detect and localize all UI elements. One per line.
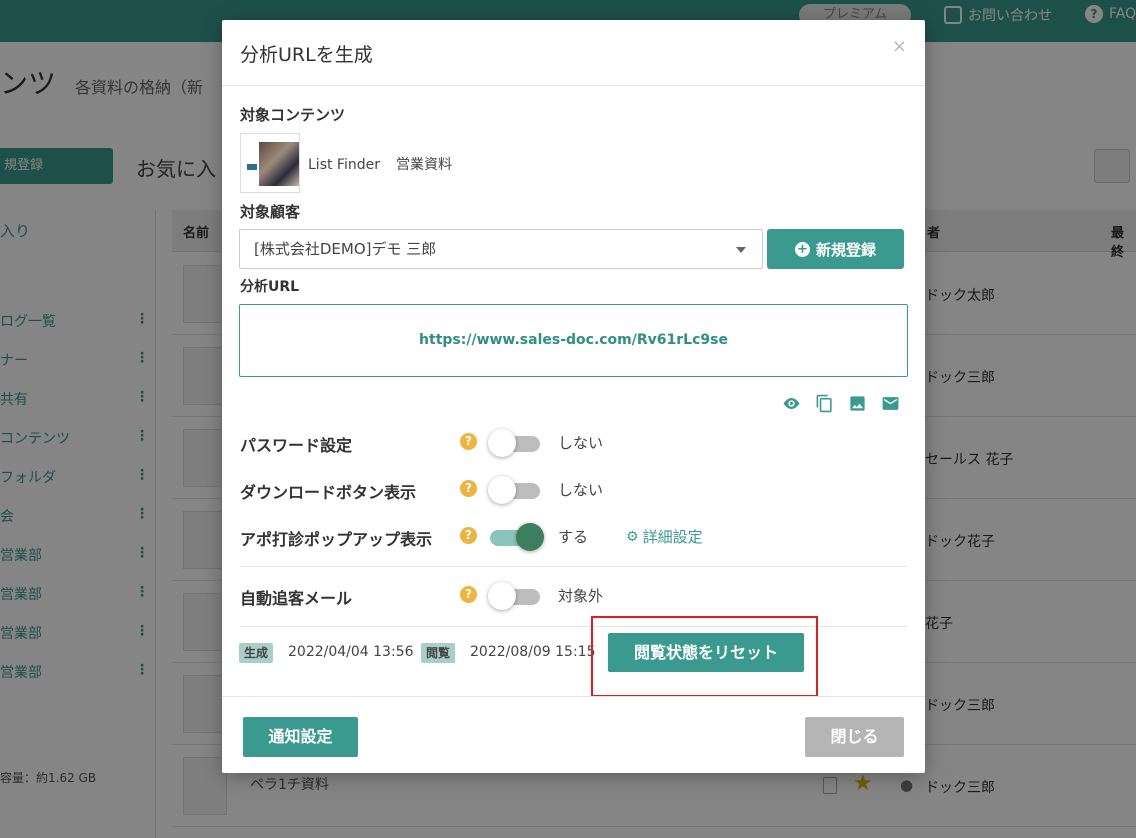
auto-followup-mail-value: 対象外 <box>558 587 604 605</box>
customer-select[interactable]: [株式会社DEMO]デモ 三郎 <box>239 229 763 269</box>
appointment-popup-toggle[interactable] <box>490 523 544 551</box>
auto-followup-mail-label: 自動追客メール <box>240 589 353 608</box>
plus-circle-icon: + <box>794 241 810 257</box>
target-content-label: 対象コンテンツ <box>240 106 346 124</box>
detail-settings-link[interactable]: ⚙ 詳細設定 <box>626 526 703 547</box>
viewed-at: 2022/08/09 15:15 <box>470 644 596 660</box>
appointment-popup-setting-label: アポ打診ポップアップ表示 <box>240 530 433 549</box>
mail-icon[interactable] <box>881 394 900 413</box>
modal-header: 分析URLを生成 × <box>222 20 925 86</box>
help-icon[interactable]: ? <box>460 433 477 450</box>
analysis-url-label: 分析URL <box>240 279 300 295</box>
password-setting-label: パスワード設定 <box>240 436 353 455</box>
target-customer-label: 対象顧客 <box>240 203 301 221</box>
created-at: 2022/04/04 13:56 <box>288 644 414 660</box>
help-icon[interactable]: ? <box>460 527 477 544</box>
modal-footer: 通知設定 閉じる <box>222 696 925 773</box>
download-button-setting-value: しない <box>558 481 604 499</box>
download-button-setting-label: ダウンロードボタン表示 <box>240 483 417 502</box>
image-icon[interactable] <box>848 394 867 413</box>
gear-icon: ⚙ <box>626 528 639 545</box>
help-icon[interactable]: ? <box>460 586 477 603</box>
new-register-button[interactable]: + 新規登録 <box>767 229 904 269</box>
auto-followup-mail-toggle[interactable] <box>488 582 540 610</box>
content-file-title: 営業資料 <box>395 157 452 173</box>
password-toggle[interactable] <box>488 429 540 457</box>
toggle-knob <box>488 476 516 504</box>
help-icon[interactable]: ? <box>460 480 477 497</box>
highlight-annotation <box>591 616 818 697</box>
eye-icon[interactable] <box>782 394 801 413</box>
download-button-toggle[interactable] <box>488 476 540 504</box>
toggle-knob <box>488 582 516 610</box>
notification-settings-button[interactable]: 通知設定 <box>243 717 358 757</box>
toggle-knob <box>488 429 516 457</box>
content-thumbnail <box>240 133 300 193</box>
toggle-knob <box>516 523 544 551</box>
divider <box>240 566 907 567</box>
chevron-down-icon <box>736 247 746 253</box>
copy-icon[interactable] <box>815 394 834 413</box>
close-icon[interactable]: × <box>892 36 907 57</box>
content-name: List Finder 営業資料 <box>308 154 452 174</box>
detail-settings-label: 詳細設定 <box>642 528 703 546</box>
created-tag: 生成 <box>239 643 274 663</box>
content-file-name: List Finder <box>308 157 380 173</box>
close-button[interactable]: 閉じる <box>805 717 904 757</box>
viewed-tag: 閲覧 <box>421 643 456 663</box>
customer-select-value: [株式会社DEMO]デモ 三郎 <box>254 240 437 258</box>
appointment-popup-setting-value: する <box>558 528 589 546</box>
new-register-label: 新規登録 <box>815 240 876 259</box>
url-actions <box>782 394 900 413</box>
analysis-url-box[interactable]: https://www.sales-doc.com/Rv61rLc9se <box>239 304 908 377</box>
modal-title: 分析URLを生成 <box>240 44 373 66</box>
password-setting-value: しない <box>558 434 604 452</box>
generate-url-modal: 分析URLを生成 × 対象コンテンツ List Finder 営業資料 対象顧客 … <box>222 20 925 773</box>
